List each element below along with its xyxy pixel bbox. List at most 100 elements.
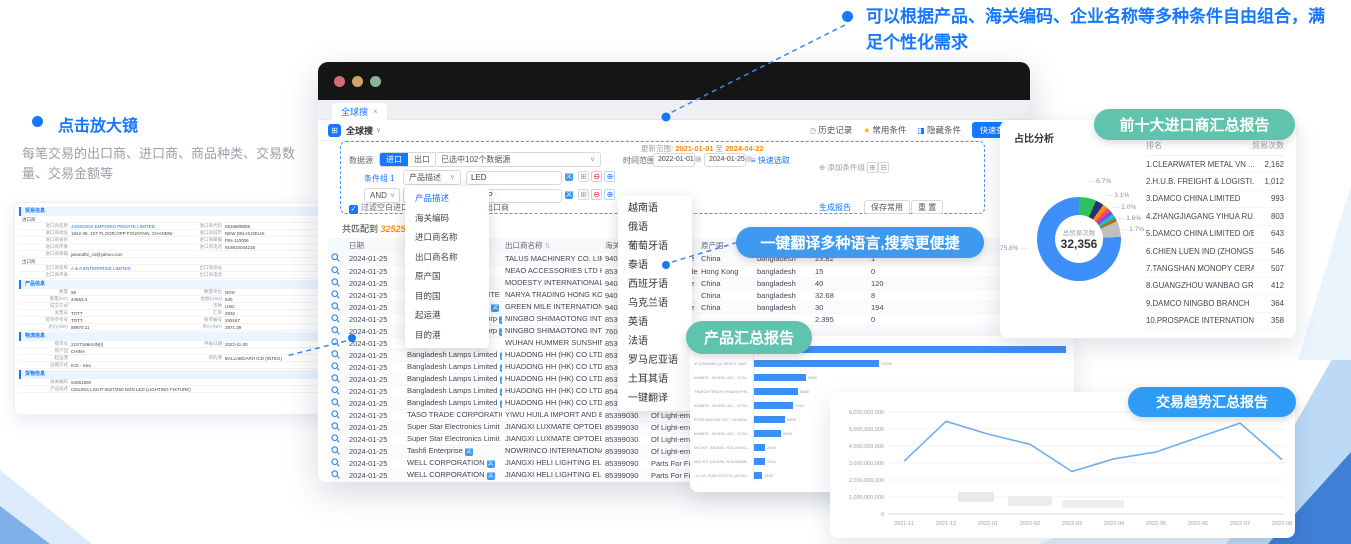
translate-icon[interactable]: 文 <box>500 376 502 384</box>
import-toggle[interactable]: 进口 <box>380 153 408 166</box>
detail-row: 发票号TOTT汇率2932 <box>19 310 327 317</box>
keyword-input-1[interactable]: LED <box>466 171 562 185</box>
and-or-select[interactable]: AND∨ <box>364 188 400 203</box>
expand-icon[interactable]: ⊕ <box>867 162 878 173</box>
add-condition-icon[interactable]: ⊕ <box>604 189 615 200</box>
collapse-groups-icon[interactable]: ⊟ <box>878 162 889 173</box>
add-condition-icon[interactable]: ⊕ <box>604 171 615 182</box>
translate-icon[interactable]: 文 <box>500 364 502 372</box>
date-to-input[interactable]: 2024-01-25▦ <box>704 153 746 167</box>
close-tab-icon[interactable]: × <box>373 107 378 116</box>
column-header[interactable]: 日期 <box>346 238 404 253</box>
language-menu-item[interactable]: 越南语 <box>618 199 692 218</box>
language-menu-item[interactable]: 罗马尼亚语 <box>618 351 692 370</box>
field-menu-item[interactable]: 产品描述 <box>405 189 489 209</box>
field-select-1[interactable]: 产品描述∨ <box>403 170 461 185</box>
language-menu-item[interactable]: 泰语 <box>618 256 692 275</box>
translate-icon[interactable]: 文 <box>565 191 573 199</box>
magnifier-icon[interactable] <box>328 301 346 313</box>
grid-icon[interactable]: ⊞ <box>578 171 589 182</box>
sort-icon[interactable]: ⇅ <box>545 243 551 250</box>
magnifier-icon[interactable] <box>328 289 346 301</box>
magnifier-icon[interactable] <box>328 325 346 337</box>
field-menu-item[interactable]: 起运港 <box>405 306 489 326</box>
detail-field-label: 总价(INR) <box>19 324 71 330</box>
field-menu-item[interactable]: 出口商名称 <box>405 248 489 268</box>
quick-pick-link[interactable]: ≡ 快速选取 <box>751 155 790 166</box>
magnifier-icon[interactable] <box>328 253 346 265</box>
detail-row: 进口商邮箱jainsuthir_cs@yahoo.com <box>19 251 327 258</box>
common-conditions-button[interactable]: ★常用条件 <box>863 124 906 136</box>
language-menu-item[interactable]: 一键翻译 <box>618 389 692 408</box>
detail-field-value[interactable]: A & A ENTERPRISE LIMITED <box>71 266 131 271</box>
magnifier-icon[interactable] <box>328 433 346 445</box>
import-export-toggle[interactable]: 进口 出口 <box>379 152 437 167</box>
field-menu-item[interactable]: 海关编码 <box>405 209 489 229</box>
chevron-down-icon[interactable]: ∨ <box>376 126 381 134</box>
detail-field-value[interactable]: JAINSONS EMPORIO PRIVATE LIMITED <box>71 224 155 229</box>
column-header[interactable]: 出口商名称 ⇅ <box>502 238 602 253</box>
field-menu-item[interactable]: 进口商名称 <box>405 228 489 248</box>
magnifier-icon[interactable] <box>328 361 346 373</box>
magnifier-icon[interactable] <box>328 349 346 361</box>
bar-label: GROOMING KIT (MODEL NO)-5490C... <box>694 440 754 454</box>
bar-label: THREE CHANNEL(1) NEW K UNIT... <box>694 356 754 370</box>
field-menu-item[interactable]: 原产国 <box>405 267 489 287</box>
language-menu-item[interactable]: 西班牙语 <box>618 275 692 294</box>
magnifier-icon[interactable] <box>328 397 346 409</box>
field-menu-item[interactable]: 目的港 <box>405 326 489 346</box>
magnifier-icon[interactable] <box>328 445 346 457</box>
minimize-window-icon[interactable] <box>352 76 363 87</box>
magnifier-icon[interactable] <box>328 373 346 385</box>
magnifier-icon[interactable] <box>328 313 346 325</box>
magnifier-icon[interactable] <box>328 457 346 469</box>
detail-field-value: ICD - Sea <box>71 363 91 368</box>
magnifier-icon[interactable] <box>328 385 346 397</box>
translate-icon[interactable]: 文 <box>491 304 499 312</box>
translate-icon[interactable]: 文 <box>500 352 502 360</box>
language-menu-item[interactable]: 法语 <box>618 332 692 351</box>
magnifier-icon[interactable] <box>328 337 346 349</box>
field-menu-item[interactable]: 目的国 <box>405 287 489 307</box>
callout-magnifier-desc: 每笔交易的出口商、进口商、商品种类、交易数量、交易金额等 <box>22 144 300 184</box>
grid-icon[interactable]: ⊞ <box>578 189 589 200</box>
add-condition-group-link[interactable]: ⊕ 添加条件组 ⊕⊟ <box>819 162 889 173</box>
export-toggle[interactable]: 出口 <box>408 153 436 166</box>
hide-conditions-button[interactable]: ◨隐藏条件 <box>917 124 961 136</box>
magnifier-icon[interactable] <box>328 409 346 421</box>
reset-button[interactable]: 重 置 <box>911 200 943 214</box>
close-window-icon[interactable] <box>334 76 345 87</box>
translate-icon[interactable]: 文 <box>499 328 502 336</box>
language-menu-item[interactable]: 乌克兰语 <box>618 294 692 313</box>
remove-condition-icon[interactable]: ⊖ <box>591 171 602 182</box>
translate-icon[interactable]: 文 <box>500 388 502 396</box>
importer-name: 10.PROSPACE INTERNATIONA... <box>1146 316 1254 325</box>
svg-text:2022-01: 2022-01 <box>978 521 998 527</box>
bar <box>754 458 765 465</box>
language-menu-item[interactable]: 英语 <box>618 313 692 332</box>
magnifier-icon[interactable] <box>328 265 346 277</box>
translate-icon[interactable]: 文 <box>487 460 495 468</box>
history-button[interactable]: ◷历史记录 <box>809 124 852 136</box>
tab-global-search[interactable]: 全球搜 × <box>332 103 387 120</box>
bar-value: 8085 <box>800 389 809 394</box>
datasource-select[interactable]: 已选中102个数据源∨ <box>435 152 601 167</box>
language-menu-item[interactable]: 俄语 <box>618 218 692 237</box>
detail-field-value: 540 <box>225 297 233 302</box>
remove-condition-icon[interactable]: ⊖ <box>591 189 602 200</box>
magnifier-icon[interactable] <box>328 277 346 289</box>
save-common-button[interactable]: 保存常用 <box>864 200 910 214</box>
translate-icon[interactable]: 文 <box>487 472 495 480</box>
translate-icon[interactable]: 文 <box>499 316 502 324</box>
magnifier-icon[interactable] <box>328 469 346 481</box>
language-menu-item[interactable]: 葡萄牙语 <box>618 237 692 256</box>
generate-report-link[interactable]: 生成报告 <box>819 202 851 213</box>
magnifier-icon[interactable] <box>328 421 346 433</box>
date-from-input[interactable]: 2022-01-01▦ <box>653 153 695 167</box>
maximize-window-icon[interactable] <box>370 76 381 87</box>
datasource-label: 数据源 <box>349 155 373 166</box>
translate-icon[interactable]: 文 <box>500 400 502 408</box>
translate-icon[interactable]: 文 <box>565 173 573 181</box>
translate-icon[interactable]: 文 <box>465 448 473 456</box>
language-menu-item[interactable]: 土耳其语 <box>618 370 692 389</box>
